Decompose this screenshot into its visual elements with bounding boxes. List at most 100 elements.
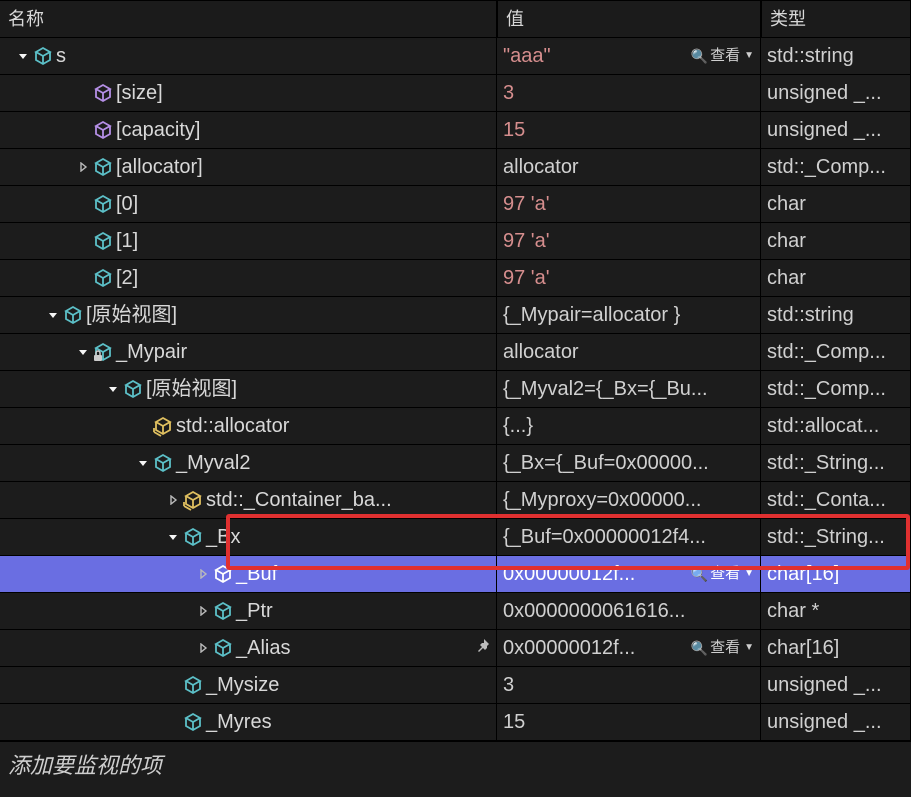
value-text: 0x00000012f...	[503, 563, 635, 585]
value-text: {_Buf=0x00000012f4...	[503, 526, 706, 548]
expander-icon[interactable]	[196, 569, 210, 579]
variable-name: _Ptr	[236, 597, 273, 625]
value-cell[interactable]: {_Myval2={_Bx={_Bu...	[497, 371, 761, 408]
type-text: char[16]	[767, 563, 839, 585]
value-visualizer-button[interactable]: 🔍查看▼	[691, 634, 754, 662]
type-text: unsigned _...	[767, 674, 882, 696]
value-visualizer-button[interactable]: 🔍查看▼	[691, 42, 754, 70]
pin-icon[interactable]	[476, 638, 490, 652]
name-cell[interactable]: _Mysize	[0, 667, 497, 704]
expander-icon[interactable]	[46, 310, 60, 320]
chevron-down-icon: ▼	[744, 634, 754, 662]
expander-icon[interactable]	[76, 162, 90, 172]
variable-icon	[152, 415, 174, 437]
value-cell[interactable]: "aaa" 🔍查看▼	[497, 38, 761, 75]
value-text: 3	[503, 82, 514, 104]
col-header-value[interactable]: 值	[497, 0, 761, 38]
value-cell[interactable]: 97 'a'	[497, 260, 761, 297]
value-cell[interactable]: 97 'a'	[497, 186, 761, 223]
expander-icon[interactable]	[106, 384, 120, 394]
type-cell: unsigned _...	[761, 667, 911, 704]
variable-name: [allocator]	[116, 153, 203, 181]
type-cell: std::_Comp...	[761, 149, 911, 186]
name-cell[interactable]: _Alias	[0, 630, 497, 667]
name-cell[interactable]: [0]	[0, 186, 497, 223]
name-cell[interactable]: _Myval2	[0, 445, 497, 482]
name-cell[interactable]: _Bx	[0, 519, 497, 556]
col-header-name[interactable]: 名称	[0, 0, 497, 38]
expander-icon[interactable]	[196, 606, 210, 616]
name-cell[interactable]: _Ptr	[0, 593, 497, 630]
value-cell[interactable]: 0x0000000061616...	[497, 593, 761, 630]
viewer-label: 查看	[710, 42, 740, 70]
type-cell: std::_Conta...	[761, 482, 911, 519]
variable-name: [原始视图]	[86, 301, 177, 329]
value-cell[interactable]: {_Myproxy=0x00000...	[497, 482, 761, 519]
type-cell: std::_String...	[761, 519, 911, 556]
variable-name: [2]	[116, 264, 138, 292]
expander-icon[interactable]	[136, 458, 150, 468]
value-text: 0x0000000061616...	[503, 600, 685, 622]
value-cell[interactable]: 0x00000012f... 🔍查看▼	[497, 556, 761, 593]
type-cell: std::allocat...	[761, 408, 911, 445]
type-cell: char *	[761, 593, 911, 630]
value-cell[interactable]: {...}	[497, 408, 761, 445]
value-cell[interactable]: {_Mypair=allocator }	[497, 297, 761, 334]
value-text: 0x00000012f...	[503, 637, 635, 659]
name-cell[interactable]: _Myres	[0, 704, 497, 741]
value-text: "aaa"	[503, 45, 551, 67]
value-cell[interactable]: 3	[497, 667, 761, 704]
type-text: std::_Conta...	[767, 489, 886, 511]
value-visualizer-button[interactable]: 🔍查看▼	[691, 560, 754, 588]
variable-icon	[92, 193, 114, 215]
name-cell[interactable]: _Buf	[0, 556, 497, 593]
expander-icon[interactable]	[166, 495, 180, 505]
value-cell[interactable]: {_Bx={_Buf=0x00000...	[497, 445, 761, 482]
value-cell[interactable]: 0x00000012f... 🔍查看▼	[497, 630, 761, 667]
type-text: unsigned _...	[767, 119, 882, 141]
name-cell[interactable]: [allocator]	[0, 149, 497, 186]
type-text: std::_String...	[767, 452, 885, 474]
variable-name: std::_Container_ba...	[206, 486, 392, 514]
variable-icon	[182, 526, 204, 548]
expander-icon[interactable]	[166, 532, 180, 542]
name-cell[interactable]: [原始视图]	[0, 297, 497, 334]
add-watch-item[interactable]: 添加要监视的项	[0, 741, 911, 786]
value-text: 97 'a'	[503, 267, 550, 289]
type-cell: std::string	[761, 297, 911, 334]
magnifier-icon: 🔍	[691, 634, 708, 662]
variable-icon	[92, 119, 114, 141]
value-cell[interactable]: 3	[497, 75, 761, 112]
variable-icon	[122, 378, 144, 400]
type-text: unsigned _...	[767, 82, 882, 104]
name-cell[interactable]: std::_Container_ba...	[0, 482, 497, 519]
value-cell[interactable]: 15	[497, 704, 761, 741]
name-cell[interactable]: _Mypair	[0, 334, 497, 371]
expander-icon[interactable]	[76, 347, 90, 357]
col-header-type[interactable]: 类型	[761, 0, 911, 38]
variable-name: [原始视图]	[146, 375, 237, 403]
variable-icon	[92, 230, 114, 252]
name-cell[interactable]: [capacity]	[0, 112, 497, 149]
watch-table: 名称 值 类型 s"aaa"🔍查看▼std::string[size]3unsi…	[0, 0, 911, 786]
viewer-label: 查看	[710, 560, 740, 588]
value-cell[interactable]: {_Buf=0x00000012f4...	[497, 519, 761, 556]
name-cell[interactable]: s	[0, 38, 497, 75]
type-cell: char	[761, 260, 911, 297]
name-cell[interactable]: [size]	[0, 75, 497, 112]
value-cell[interactable]: allocator	[497, 334, 761, 371]
variable-name: _Buf	[236, 560, 277, 588]
variable-icon	[212, 563, 234, 585]
name-cell[interactable]: [原始视图]	[0, 371, 497, 408]
type-text: std::_Comp...	[767, 378, 886, 400]
name-cell[interactable]: [1]	[0, 223, 497, 260]
value-cell[interactable]: 15	[497, 112, 761, 149]
name-cell[interactable]: std::allocator	[0, 408, 497, 445]
expander-icon[interactable]	[196, 643, 210, 653]
value-text: allocator	[503, 156, 579, 178]
name-cell[interactable]: [2]	[0, 260, 497, 297]
value-cell[interactable]: allocator	[497, 149, 761, 186]
value-cell[interactable]: 97 'a'	[497, 223, 761, 260]
expander-icon[interactable]	[16, 51, 30, 61]
variable-name: std::allocator	[176, 412, 289, 440]
